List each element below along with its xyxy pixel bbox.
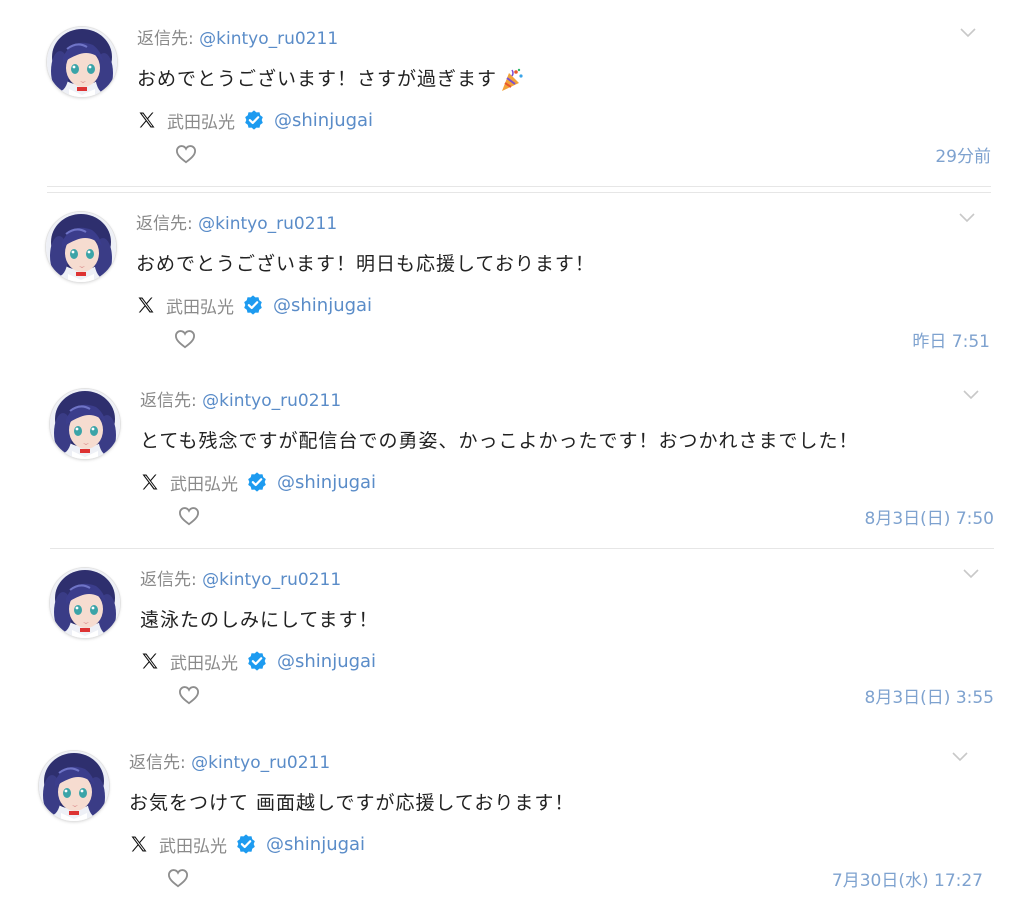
tweet-text-body: おめでとうございます！さすが過ぎます bbox=[137, 68, 498, 90]
author-name: 武田弘光 bbox=[166, 297, 234, 318]
x-logo-icon[interactable] bbox=[129, 834, 149, 854]
heart-icon[interactable] bbox=[174, 329, 196, 349]
tweet-text: おめでとうございます！明日も応援しております！ bbox=[136, 250, 595, 278]
reply-to-label: 返信先: bbox=[129, 753, 192, 773]
tweet-text-body: 遠泳たのしみにしてます！ bbox=[140, 609, 379, 631]
verified-badge-icon bbox=[246, 650, 268, 672]
author-row: 武田弘光 @shinjugai bbox=[137, 108, 373, 133]
tweet-reply: 返信先: @kintyo_ru0211 おめでとうございます！明日も応援しており… bbox=[46, 212, 990, 372]
reply-to-label: 返信先: bbox=[140, 570, 203, 590]
divider bbox=[47, 192, 991, 193]
author-row: 武田弘光 @shinjugai bbox=[140, 470, 376, 495]
timestamp[interactable]: 8月3日(日) 3:55 bbox=[865, 683, 994, 708]
heart-icon[interactable] bbox=[178, 506, 200, 526]
timestamp[interactable]: 8月3日(日) 7:50 bbox=[865, 504, 994, 529]
reply-to-line: 返信先: @kintyo_ru0211 bbox=[136, 212, 337, 236]
tweet-text: おめでとうございます！さすが過ぎます bbox=[137, 65, 525, 93]
avatar[interactable] bbox=[50, 389, 120, 459]
tweet-text: とても残念ですが配信台での勇姿、かっこよかったです！おつかれさまでした！ bbox=[140, 427, 858, 455]
author-handle-link[interactable]: @shinjugai bbox=[274, 110, 373, 131]
x-logo-icon[interactable] bbox=[137, 110, 157, 130]
reply-to-handle-link[interactable]: @kintyo_ru0211 bbox=[202, 570, 341, 590]
reply-to-handle-link[interactable]: @kintyo_ru0211 bbox=[199, 29, 338, 49]
timestamp[interactable]: 7月30日(水) 17:27 bbox=[832, 866, 983, 891]
chevron-down-icon[interactable] bbox=[958, 212, 976, 224]
timestamp[interactable]: 29分前 bbox=[935, 142, 991, 167]
reply-to-label: 返信先: bbox=[137, 29, 200, 49]
reply-to-label: 返信先: bbox=[136, 214, 199, 234]
author-name: 武田弘光 bbox=[167, 112, 235, 133]
author-handle-link[interactable]: @shinjugai bbox=[277, 651, 376, 672]
heart-icon[interactable] bbox=[167, 868, 189, 888]
verified-badge-icon bbox=[235, 833, 257, 855]
reply-to-handle-link[interactable]: @kintyo_ru0211 bbox=[191, 753, 330, 773]
tweet-reply: 返信先: @kintyo_ru0211 おめでとうございます！さすが過ぎます 武… bbox=[47, 27, 991, 187]
chevron-down-icon[interactable] bbox=[962, 389, 980, 401]
tweet-text-body: とても残念ですが配信台での勇姿、かっこよかったです！おつかれさまでした！ bbox=[140, 430, 859, 452]
avatar[interactable] bbox=[50, 568, 120, 638]
tweet-reply: 返信先: @kintyo_ru0211 とても残念ですが配信台での勇姿、かっこよ… bbox=[50, 389, 994, 549]
reply-to-handle-link[interactable]: @kintyo_ru0211 bbox=[202, 391, 341, 411]
author-handle-link[interactable]: @shinjugai bbox=[266, 834, 365, 855]
tweet-text-body: お気をつけて 画面越しですが応援しております！ bbox=[129, 792, 575, 814]
author-row: 武田弘光 @shinjugai bbox=[136, 293, 372, 318]
author-row: 武田弘光 @shinjugai bbox=[140, 649, 376, 674]
tweet-text: お気をつけて 画面越しですが応援しております！ bbox=[129, 789, 574, 817]
avatar[interactable] bbox=[46, 212, 116, 282]
reply-to-line: 返信先: @kintyo_ru0211 bbox=[129, 751, 330, 775]
chevron-down-icon[interactable] bbox=[951, 751, 969, 763]
chevron-down-icon[interactable] bbox=[962, 568, 980, 580]
reply-to-line: 返信先: @kintyo_ru0211 bbox=[140, 568, 341, 592]
tweet-text: 遠泳たのしみにしてます！ bbox=[140, 606, 378, 634]
heart-icon[interactable] bbox=[178, 685, 200, 705]
author-handle-link[interactable]: @shinjugai bbox=[277, 472, 376, 493]
reply-to-label: 返信先: bbox=[140, 391, 203, 411]
divider bbox=[50, 548, 994, 549]
x-logo-icon[interactable] bbox=[140, 651, 160, 671]
reply-to-line: 返信先: @kintyo_ru0211 bbox=[140, 389, 341, 413]
x-logo-icon[interactable] bbox=[140, 472, 160, 492]
tweet-text-body: おめでとうございます！明日も応援しております！ bbox=[136, 253, 595, 275]
party-popper-icon bbox=[499, 67, 525, 93]
reply-to-line: 返信先: @kintyo_ru0211 bbox=[137, 27, 338, 51]
x-logo-icon[interactable] bbox=[136, 295, 156, 315]
author-name: 武田弘光 bbox=[170, 653, 238, 674]
verified-badge-icon bbox=[242, 294, 264, 316]
avatar[interactable] bbox=[47, 27, 117, 97]
verified-badge-icon bbox=[243, 109, 265, 131]
author-row: 武田弘光 @shinjugai bbox=[129, 832, 365, 857]
author-handle-link[interactable]: @shinjugai bbox=[273, 295, 372, 316]
divider bbox=[47, 186, 991, 187]
reply-to-handle-link[interactable]: @kintyo_ru0211 bbox=[198, 214, 337, 234]
heart-icon[interactable] bbox=[175, 144, 197, 164]
timestamp[interactable]: 昨日 7:51 bbox=[912, 327, 990, 352]
tweet-reply: 返信先: @kintyo_ru0211 お気をつけて 画面越しですが応援しており… bbox=[39, 751, 983, 911]
author-name: 武田弘光 bbox=[159, 836, 227, 857]
avatar[interactable] bbox=[39, 751, 109, 821]
tweet-reply: 返信先: @kintyo_ru0211 遠泳たのしみにしてます！ 武田弘光 @s… bbox=[50, 568, 994, 728]
author-name: 武田弘光 bbox=[170, 474, 238, 495]
chevron-down-icon[interactable] bbox=[959, 27, 977, 39]
verified-badge-icon bbox=[246, 471, 268, 493]
